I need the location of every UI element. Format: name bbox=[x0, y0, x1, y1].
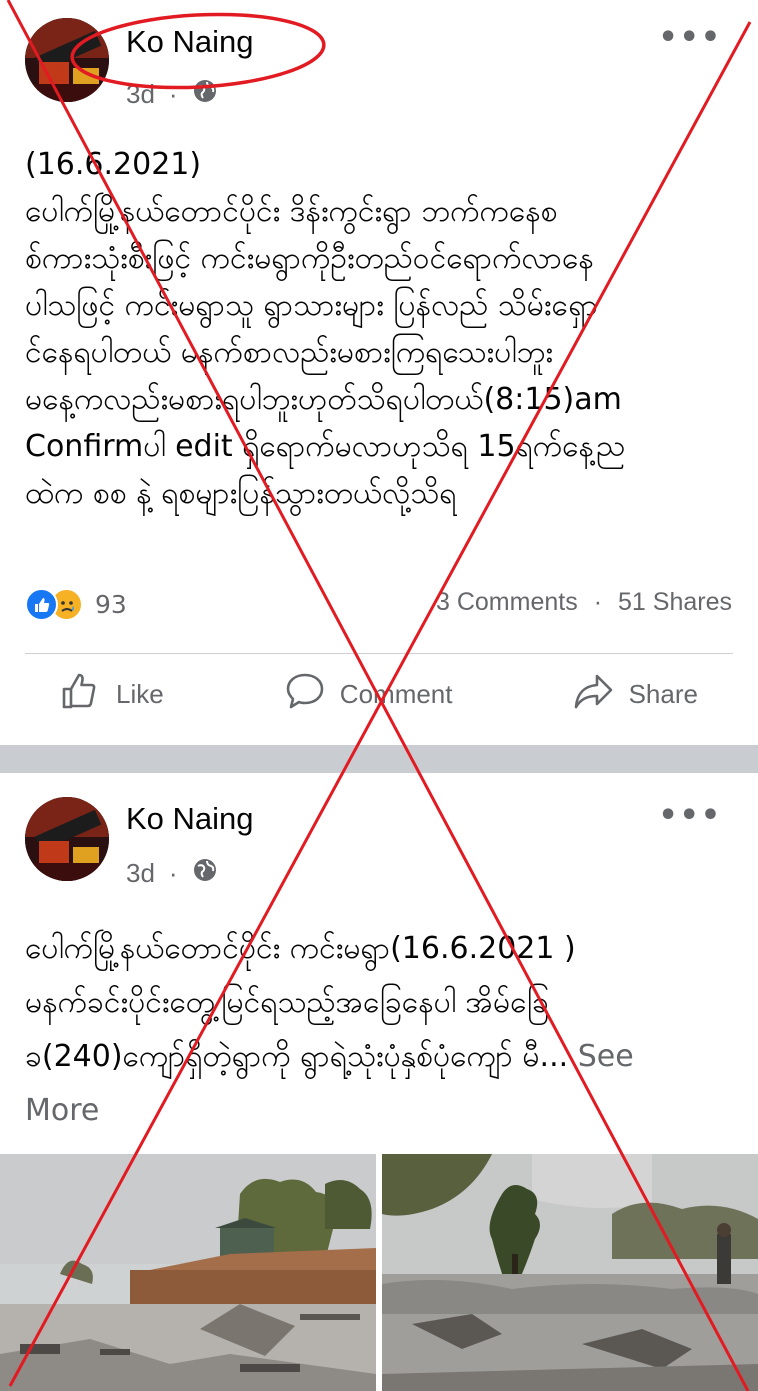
author-avatar[interactable] bbox=[25, 18, 109, 102]
more-options-icon[interactable]: ••• bbox=[658, 798, 722, 833]
post-text: ပေါက်မြို့နယ်တောင်ပိုင်း ကင်းမရွာ(16.6.2… bbox=[25, 922, 737, 1138]
author-avatar[interactable] bbox=[25, 797, 109, 881]
post-photo[interactable] bbox=[382, 1154, 758, 1391]
share-button[interactable]: Share bbox=[573, 670, 698, 719]
post-time[interactable]: 3d bbox=[126, 79, 155, 110]
post-stats: 3 Comments · 51 Shares bbox=[436, 588, 732, 617]
post-author-name[interactable]: Ko Naing bbox=[126, 24, 254, 60]
divider bbox=[25, 653, 733, 654]
thumbs-up-icon bbox=[60, 670, 102, 719]
globe-icon bbox=[192, 78, 218, 111]
post-text-line: မနေ့ကလည်းမစားရပါဘူးဟုတ်သိရပါတယ်(8:15)am bbox=[25, 382, 622, 417]
post-1: Ko Naing 3d · ••• (16.6.2021) ပေါက်မြို့… bbox=[0, 0, 758, 745]
feed-separator bbox=[0, 745, 758, 773]
meta-separator: · bbox=[168, 858, 178, 888]
post-text-line: င်နေရပါတယ် မနက်စာလည်းမစားကြရသေးပါဘူး bbox=[25, 335, 553, 370]
post-actions: Like Comment Share bbox=[0, 670, 758, 719]
comment-button[interactable]: Comment bbox=[284, 670, 453, 719]
comments-count[interactable]: 3 Comments bbox=[436, 588, 578, 617]
more-options-icon[interactable]: ••• bbox=[658, 20, 722, 55]
meta-separator: · bbox=[168, 79, 178, 109]
stats-separator: · bbox=[593, 588, 603, 616]
post-text-line: ပေါက်မြို့နယ်တောင်ပိုင်း ဒိန်းကွင်းရွာ ဘ… bbox=[25, 194, 558, 229]
comment-bubble-icon bbox=[284, 670, 326, 719]
see-more-link[interactable]: More bbox=[25, 1093, 99, 1128]
reaction-count: 93 bbox=[95, 590, 127, 619]
post-meta: 3d · bbox=[126, 857, 218, 890]
comment-label: Comment bbox=[339, 679, 453, 709]
post-text-line: Confirmပါ edit ရှိရောက်မလာဟုသိရ 15ရက်နေ့… bbox=[25, 429, 626, 464]
see-more-link[interactable]: See bbox=[578, 1039, 634, 1074]
like-button[interactable]: Like bbox=[60, 670, 164, 719]
post-text-fragment: ခ(240)ကျော်ရှိတဲ့ရွာကို ရွာရဲ့သုံးပုံနှစ… bbox=[25, 1039, 569, 1074]
post-text-line: ထဲက စစ နဲ့ ရစများပြန်သွားတယ်လို့သိရ bbox=[25, 476, 457, 511]
post-photo[interactable] bbox=[0, 1154, 376, 1391]
post-text-line: စ်ကားသုံးစီးဖြင့် ကင်းမရွာကိုဦးတည်ဝင်ရော… bbox=[25, 241, 594, 276]
post-time[interactable]: 3d bbox=[126, 858, 155, 889]
post-text-line: (16.6.2021) bbox=[25, 147, 202, 182]
like-reaction-icon bbox=[25, 588, 58, 621]
post-text: (16.6.2021) ပေါက်မြို့နယ်တောင်ပိုင်း ဒိန… bbox=[25, 141, 737, 517]
like-label: Like bbox=[116, 679, 164, 709]
post-text-line: ခ(240)ကျော်ရှိတဲ့ရွာကို ရွာရဲ့သုံးပုံနှစ… bbox=[25, 1030, 737, 1084]
post-text-line: မနက်ခင်းပိုင်းတွေ့မြင်ရသည့်အခြေနေပါ အိမ်… bbox=[25, 985, 549, 1020]
post-author-name[interactable]: Ko Naing bbox=[126, 801, 254, 837]
share-arrow-icon bbox=[573, 670, 615, 719]
shares-count[interactable]: 51 Shares bbox=[618, 588, 732, 617]
post-meta: 3d · bbox=[126, 78, 218, 111]
post-text-line: More bbox=[25, 1084, 737, 1138]
post-text-line: ပါသဖြင့် ကင်းမရွာသူ ရွာသားများ ပြန်လည် သ… bbox=[25, 288, 598, 323]
share-label: Share bbox=[628, 679, 698, 709]
reaction-summary[interactable]: 93 bbox=[25, 588, 127, 621]
post-text-line: ပေါက်မြို့နယ်တောင်ပိုင်း ကင်းမရွာ(16.6.2… bbox=[25, 931, 576, 966]
globe-icon bbox=[192, 857, 218, 890]
